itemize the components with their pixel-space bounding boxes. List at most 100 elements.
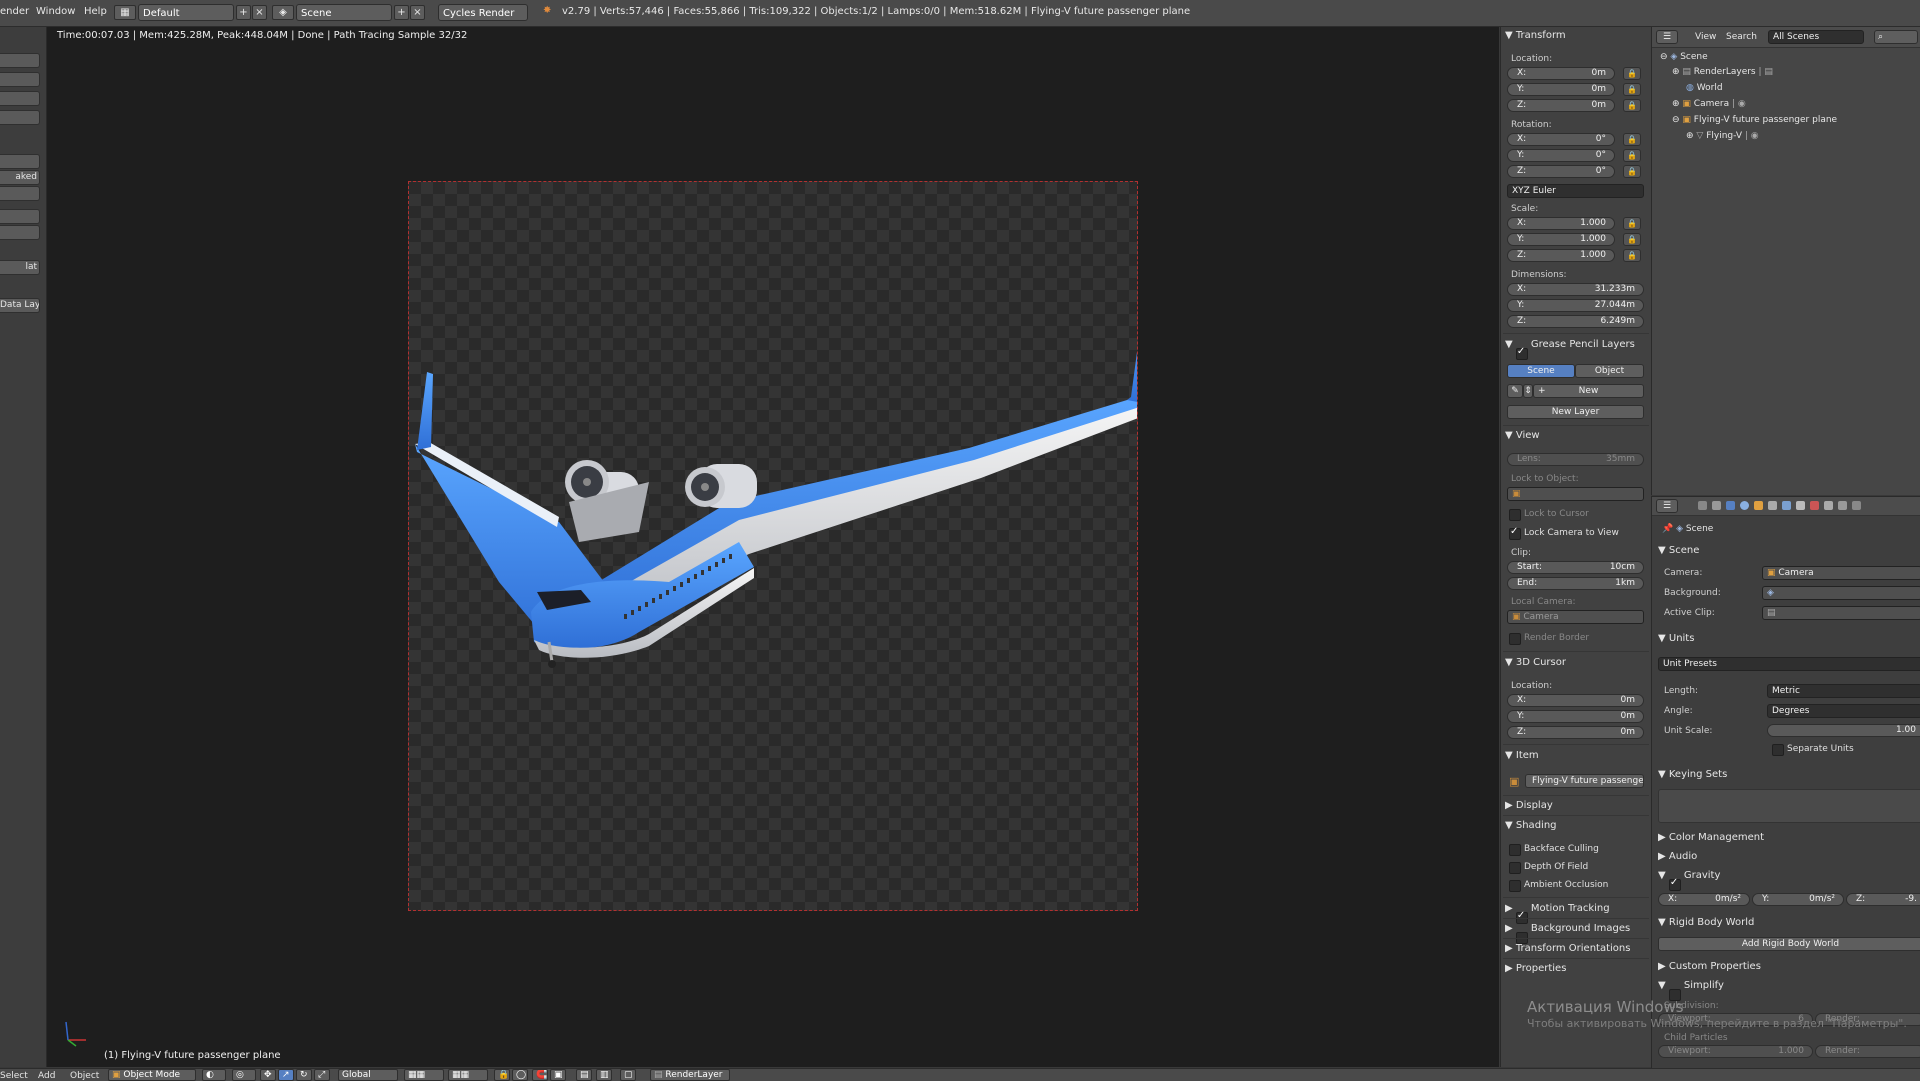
tool-button[interactable]: Data Layo bbox=[0, 298, 40, 313]
render-layers-tab-icon[interactable] bbox=[1712, 501, 1721, 510]
modifiers-tab-icon[interactable] bbox=[1782, 501, 1791, 510]
units-panel-header[interactable]: ▼ Units bbox=[1658, 633, 1694, 644]
background-scene-field[interactable]: ◈ bbox=[1762, 586, 1920, 600]
tool-button[interactable]: lat bbox=[0, 260, 40, 275]
rotation-z-field[interactable]: Z: 0° bbox=[1507, 165, 1615, 178]
lock-camera-to-view-checkbox[interactable]: Lock Camera to View bbox=[1509, 526, 1619, 540]
location-x-field[interactable]: X: 0m bbox=[1507, 67, 1615, 80]
render-engine-select[interactable]: Cycles Render bbox=[438, 4, 528, 21]
child-particles-render-field[interactable]: Render: bbox=[1815, 1045, 1920, 1058]
tool-button[interactable]: aked bbox=[0, 170, 40, 185]
length-unit-select[interactable]: Metric bbox=[1767, 684, 1920, 698]
location-z-field[interactable]: Z: 0m bbox=[1507, 99, 1615, 112]
scene-tab-icon[interactable] bbox=[1726, 501, 1735, 510]
opengl-anim-icon[interactable]: ▥ bbox=[596, 1069, 612, 1081]
object-name-field[interactable]: Flying-V future passenge... bbox=[1525, 774, 1644, 788]
render-border-checkbox[interactable]: Render Border bbox=[1509, 633, 1589, 645]
outliner-renderlayers[interactable]: ⊕ ▤ RenderLayers | ▤ bbox=[1672, 67, 1773, 77]
cursor-z-field[interactable]: Z: 0m bbox=[1507, 726, 1644, 739]
lock-scale-x-icon[interactable]: 🔒 bbox=[1623, 217, 1641, 230]
lock-scale-z-icon[interactable]: 🔒 bbox=[1623, 249, 1641, 262]
outliner-world[interactable]: ◍ World bbox=[1686, 83, 1723, 93]
outliner-scene[interactable]: ⊖ ◈ Scene bbox=[1660, 52, 1708, 62]
pencil-icon[interactable]: ✎ bbox=[1507, 384, 1523, 398]
outliner-camera[interactable]: ⊕ ▣ Camera | ◉ bbox=[1672, 99, 1746, 109]
render-region-icon[interactable]: ▢ bbox=[620, 1069, 636, 1081]
background-images-header[interactable]: ▶ Background Images bbox=[1505, 923, 1630, 944]
remove-scene-icon[interactable]: × bbox=[410, 5, 425, 20]
depth-of-field-checkbox[interactable]: Depth Of Field bbox=[1509, 862, 1588, 874]
editor-type-icon[interactable]: ☰ bbox=[1656, 30, 1678, 44]
tool-button[interactable] bbox=[0, 53, 40, 68]
translate-icon[interactable]: ↗ bbox=[278, 1069, 294, 1081]
lock-location-z-icon[interactable]: 🔒 bbox=[1623, 99, 1641, 112]
render-tab-icon[interactable] bbox=[1698, 501, 1707, 510]
simplify-header[interactable]: ▼ Simplify bbox=[1658, 980, 1724, 1001]
3d-cursor-panel-header[interactable]: ▼ 3D Cursor bbox=[1505, 657, 1566, 668]
backface-culling-checkbox[interactable]: Backface Culling bbox=[1509, 844, 1599, 856]
grease-pencil-header[interactable]: ▼ Grease Pencil Layers bbox=[1505, 339, 1635, 360]
gravity-header[interactable]: ▼ Gravity bbox=[1658, 870, 1720, 891]
tool-button[interactable] bbox=[0, 91, 40, 106]
outliner-search-menu[interactable]: Search bbox=[1726, 32, 1757, 42]
scale-icon[interactable]: ⤢ bbox=[314, 1069, 330, 1081]
constraints-tab-icon[interactable] bbox=[1768, 501, 1777, 510]
outliner-flying-v-object[interactable]: ⊖ ▣ Flying-V future passenger plane bbox=[1672, 115, 1837, 125]
tab-grease-object[interactable]: Object bbox=[1575, 364, 1644, 378]
tool-button[interactable] bbox=[0, 186, 40, 201]
transform-orientations-header[interactable]: ▶ Transform Orientations bbox=[1505, 943, 1630, 954]
cursor-x-field[interactable]: X: 0m bbox=[1507, 694, 1644, 707]
display-panel-header[interactable]: ▶ Display bbox=[1505, 800, 1553, 811]
clip-start-field[interactable]: Start: 10cm bbox=[1507, 561, 1644, 574]
search-icon[interactable]: ⌕ bbox=[1874, 30, 1918, 44]
gravity-y-field[interactable]: Y: 0m/s² bbox=[1752, 893, 1844, 906]
lock-layers-icon[interactable]: 🔒 bbox=[494, 1069, 510, 1081]
child-particles-viewport-field[interactable]: Viewport: 1.000 bbox=[1658, 1045, 1813, 1058]
screen-layout-field[interactable]: Default bbox=[138, 4, 234, 21]
lens-field[interactable]: Lens: 35mm bbox=[1507, 453, 1644, 466]
local-camera-field[interactable]: ▣ Camera bbox=[1507, 610, 1644, 624]
custom-properties-header[interactable]: ▶ Custom Properties bbox=[1658, 961, 1761, 972]
tool-button[interactable] bbox=[0, 110, 40, 125]
material-tab-icon[interactable] bbox=[1810, 501, 1819, 510]
lock-rotation-y-icon[interactable]: 🔒 bbox=[1623, 149, 1641, 162]
tool-button[interactable] bbox=[0, 72, 40, 87]
snap-element-icon[interactable]: ▣ bbox=[550, 1069, 566, 1081]
new-layer-button[interactable]: New Layer bbox=[1507, 405, 1644, 419]
object-tab-icon[interactable] bbox=[1754, 501, 1763, 510]
lock-location-y-icon[interactable]: 🔒 bbox=[1623, 83, 1641, 96]
scene-icon[interactable]: ◈ bbox=[272, 5, 294, 20]
shading-panel-header[interactable]: ▼ Shading bbox=[1505, 820, 1557, 831]
dimension-y-field[interactable]: Y: 27.044m bbox=[1507, 299, 1644, 312]
gravity-x-field[interactable]: X: 0m/s² bbox=[1658, 893, 1750, 906]
rotation-y-field[interactable]: Y: 0° bbox=[1507, 149, 1615, 162]
location-y-field[interactable]: Y: 0m bbox=[1507, 83, 1615, 96]
clip-end-field[interactable]: End: 1km bbox=[1507, 577, 1644, 590]
scene-camera-field[interactable]: ▣ Camera bbox=[1762, 566, 1920, 580]
transform-panel-header[interactable]: ▼ Transform bbox=[1505, 30, 1566, 41]
lock-location-x-icon[interactable]: 🔒 bbox=[1623, 67, 1641, 80]
menu-window[interactable]: Window bbox=[36, 6, 75, 17]
chevron-updown-icon[interactable]: ⇕ bbox=[1523, 384, 1533, 398]
tab-grease-scene[interactable]: Scene bbox=[1507, 364, 1575, 378]
menu-render[interactable]: ender bbox=[0, 6, 29, 17]
scale-x-field[interactable]: X: 1.000 bbox=[1507, 217, 1615, 230]
unit-scale-field[interactable]: 1.00 bbox=[1767, 724, 1920, 737]
lock-scale-y-icon[interactable]: 🔒 bbox=[1623, 233, 1641, 246]
add-rigid-body-world-button[interactable]: Add Rigid Body World bbox=[1658, 937, 1920, 951]
active-clip-field[interactable]: ▤ bbox=[1762, 606, 1920, 620]
unit-presets-select[interactable]: Unit Presets bbox=[1658, 657, 1920, 671]
scene-panel-header[interactable]: ▼ Scene bbox=[1658, 545, 1699, 556]
tool-button[interactable] bbox=[0, 154, 40, 169]
outliner-view-menu[interactable]: View bbox=[1695, 32, 1716, 42]
proportional-edit-icon[interactable]: ◯ bbox=[512, 1069, 528, 1081]
data-tab-icon[interactable] bbox=[1796, 501, 1805, 510]
scene-field[interactable]: Scene bbox=[296, 4, 392, 21]
motion-tracking-header[interactable]: ▶ Motion Tracking bbox=[1505, 903, 1610, 924]
tool-button[interactable] bbox=[0, 209, 40, 224]
pivot-point-icon[interactable]: ◎ bbox=[232, 1069, 256, 1081]
outliner-flying-v-mesh[interactable]: ⊕ ▽ Flying-V | ◉ bbox=[1686, 131, 1759, 141]
opengl-render-icon[interactable]: ▤ bbox=[576, 1069, 592, 1081]
physics-tab-icon[interactable] bbox=[1852, 501, 1861, 510]
dimension-z-field[interactable]: Z: 6.249m bbox=[1507, 315, 1644, 328]
